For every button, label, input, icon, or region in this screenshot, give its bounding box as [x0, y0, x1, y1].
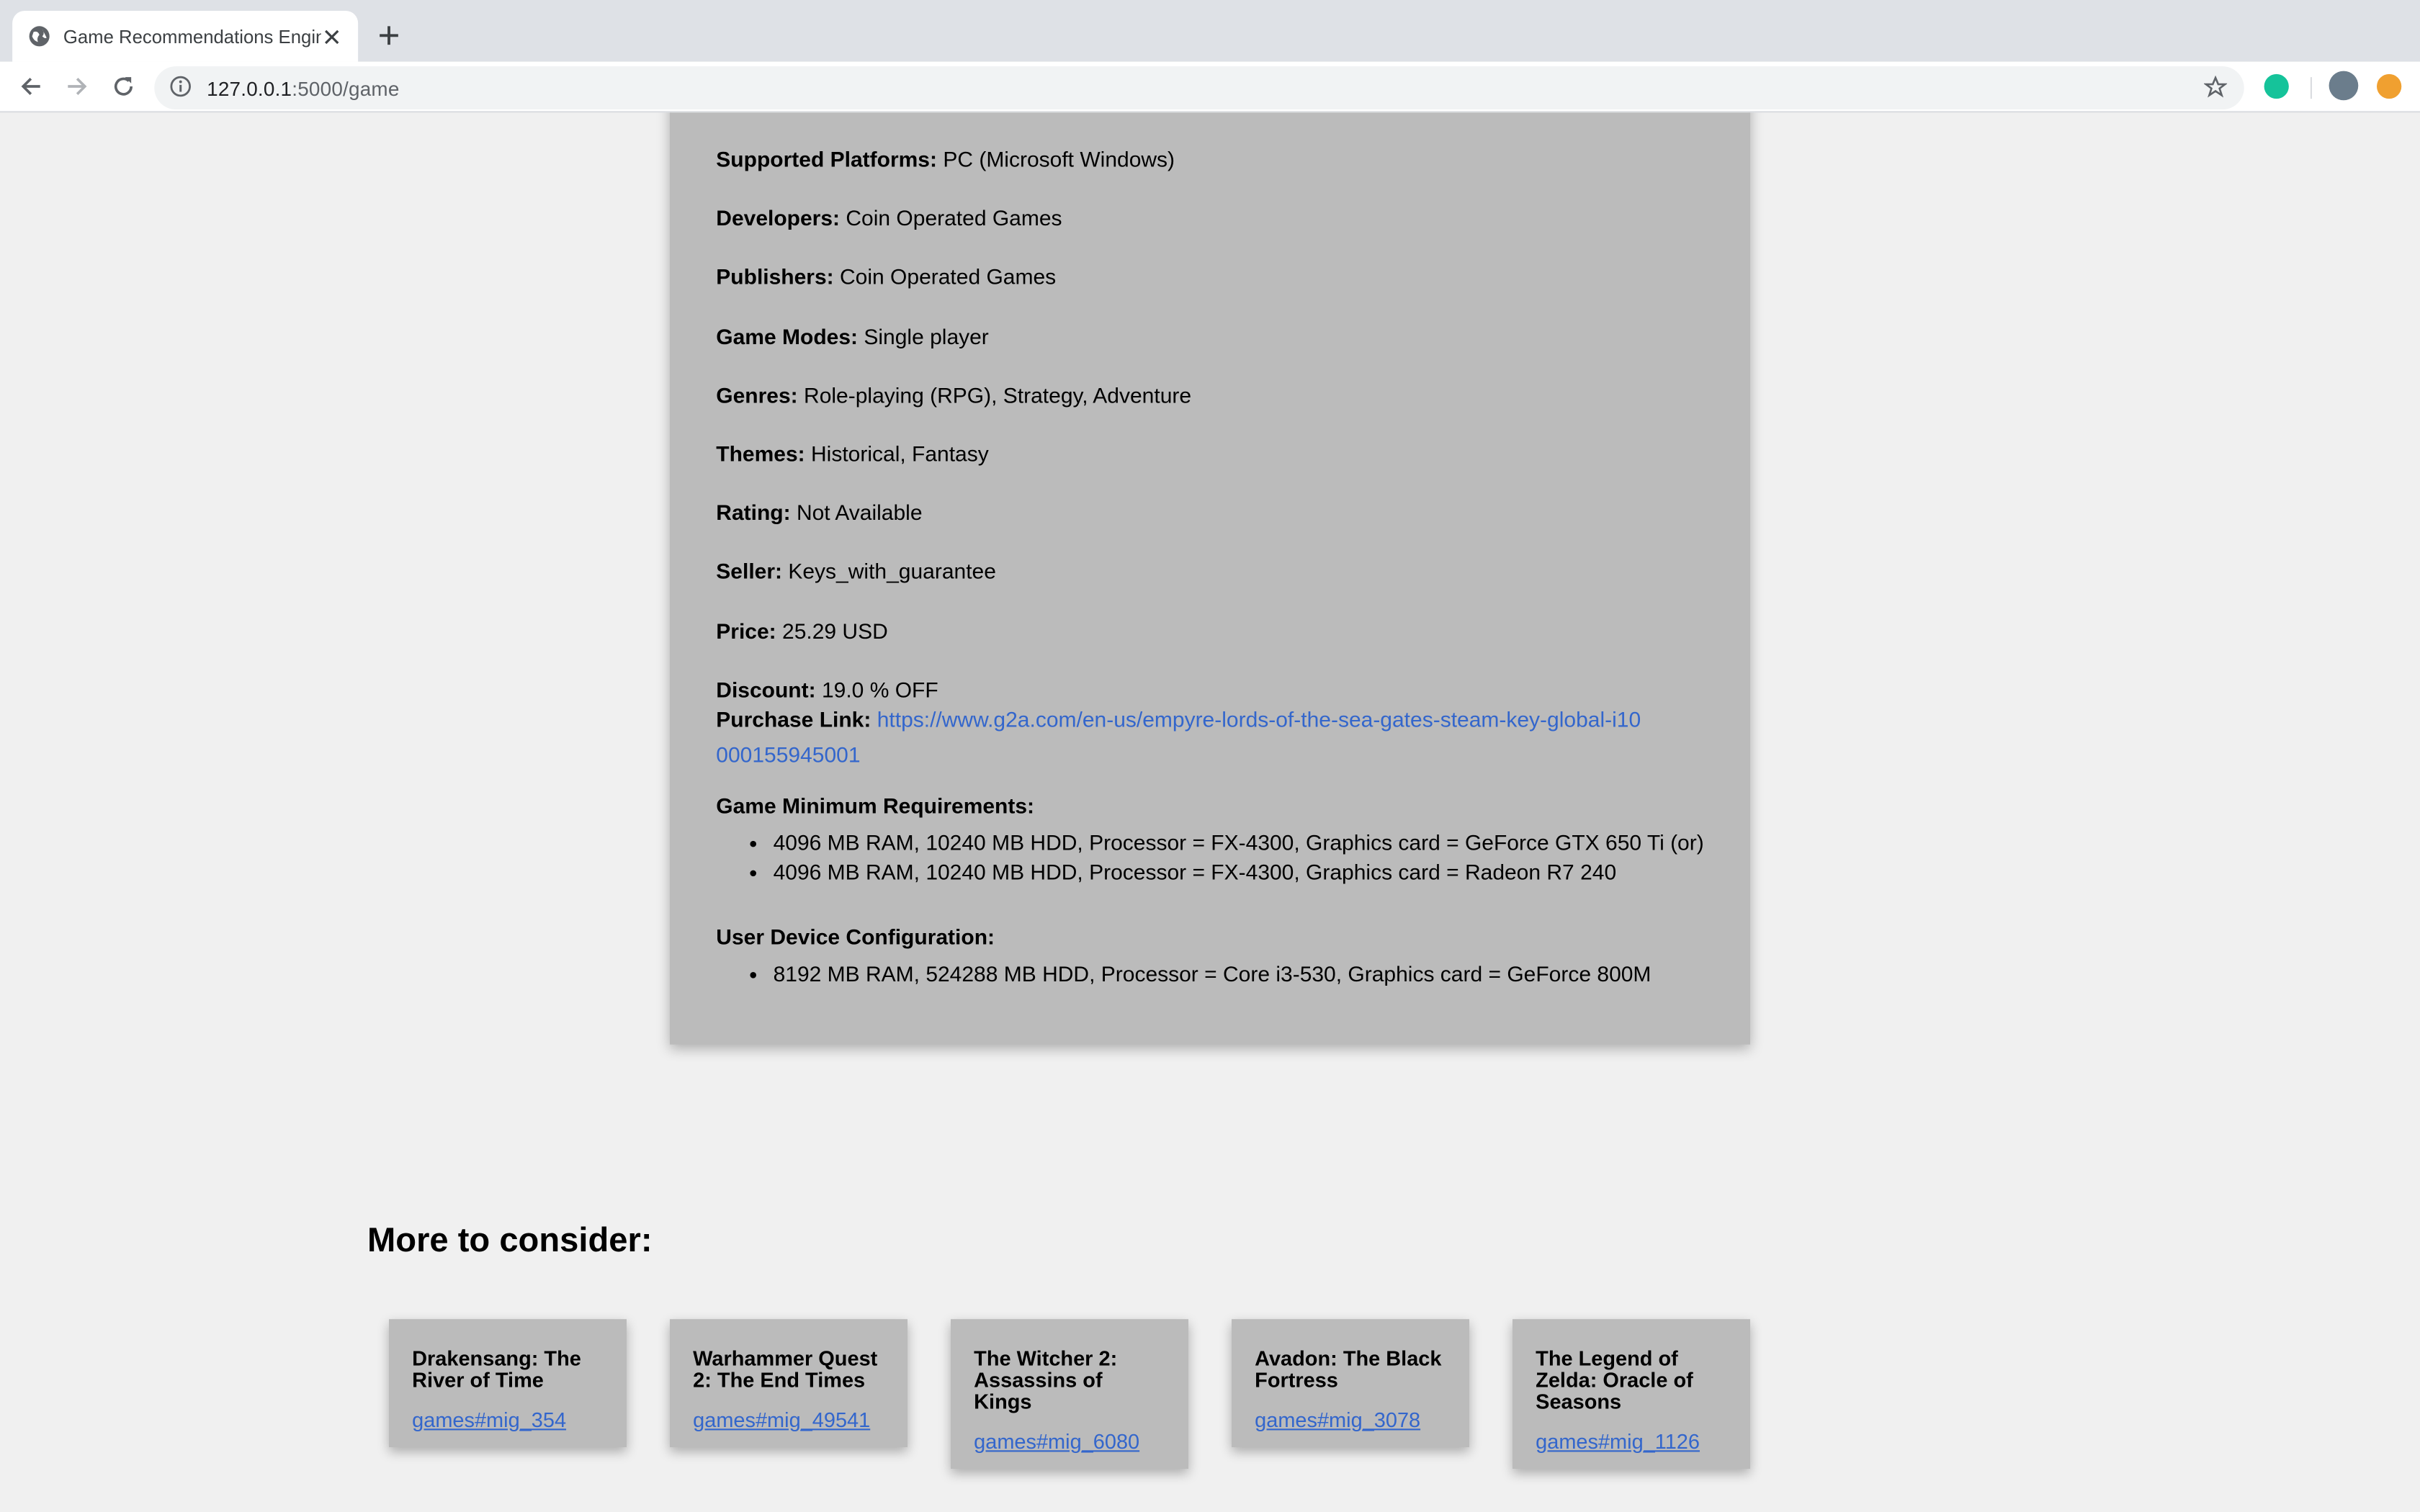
recommendation-title: Avadon: The Black Fortress — [1255, 1346, 1442, 1392]
url-path: :5000/game — [292, 76, 400, 100]
more-to-consider-heading: More to consider: — [367, 1220, 653, 1259]
recommendation-card[interactable]: Drakensang: The River of Time games#mig_… — [389, 1319, 627, 1447]
field-label: Discount: — [716, 677, 816, 702]
tab-strip: Game Recommendations Engine — [0, 0, 2420, 62]
recommendation-title: Warhammer Quest 2: The End Times — [693, 1346, 878, 1392]
field-value: Role-playing (RPG), Strategy, Adventure — [804, 382, 1192, 408]
field-price: Price: 25.29 USD — [716, 616, 887, 647]
list-item: 4096 MB RAM, 10240 MB HDD, Processor = F… — [774, 829, 1704, 858]
field-developers: Developers: Coin Operated Games — [716, 202, 1062, 233]
game-details-card: Supported Platforms: PC (Microsoft Windo… — [670, 112, 1750, 1045]
recommendation-link[interactable]: games#mig_3078 — [1255, 1408, 1446, 1431]
purchase-link-row: Purchase Link: https://www.g2a.com/en-us… — [716, 702, 1642, 773]
recommendation-link[interactable]: games#mig_354 — [412, 1408, 604, 1431]
close-tab-icon[interactable] — [321, 25, 343, 47]
info-icon[interactable] — [170, 76, 194, 100]
field-label: Themes: — [716, 441, 805, 467]
profile-avatar[interactable] — [2329, 71, 2359, 101]
field-value: Keys_with_guarantee — [788, 558, 996, 583]
url-text: 127.0.0.1:5000/game — [207, 76, 399, 99]
recommendation-card[interactable]: Avadon: The Black Fortress games#mig_307… — [1232, 1319, 1469, 1447]
recommendation-title: The Legend of Zelda: Oracle of Seasons — [1536, 1346, 1693, 1413]
recommendation-card[interactable]: Warhammer Quest 2: The End Times games#m… — [670, 1319, 908, 1447]
field-label: Genres: — [716, 382, 798, 408]
field-publishers: Publishers: Coin Operated Games — [716, 261, 1056, 292]
field-themes: Themes: Historical, Fantasy — [716, 438, 988, 469]
user-config-list: 8192 MB RAM, 524288 MB HDD, Processor = … — [716, 960, 1652, 989]
toolbar-divider — [2310, 77, 2312, 99]
field-rating: Rating: Not Available — [716, 497, 922, 528]
grammarly-extension-icon[interactable] — [2264, 73, 2289, 99]
recommendation-link[interactable]: games#mig_49541 — [693, 1408, 884, 1431]
field-label: Supported Platforms: — [716, 146, 937, 171]
url-host: 127.0.0.1 — [207, 76, 292, 100]
bookmark-star-icon[interactable] — [2204, 76, 2228, 100]
field-label: Developers: — [716, 205, 841, 230]
field-label: Rating: — [716, 500, 791, 525]
field-value: Not Available — [796, 500, 923, 525]
field-value: Coin Operated Games — [840, 264, 1057, 289]
min-requirements-list: 4096 MB RAM, 10240 MB HDD, Processor = F… — [716, 829, 1704, 887]
field-label: Price: — [716, 618, 776, 644]
reload-icon[interactable] — [108, 71, 139, 102]
recommendation-title: Drakensang: The River of Time — [412, 1346, 581, 1392]
field-value: Single player — [864, 324, 989, 349]
field-label: Game Modes: — [716, 324, 859, 349]
list-item: 8192 MB RAM, 524288 MB HDD, Processor = … — [774, 960, 1652, 989]
address-bar[interactable]: 127.0.0.1:5000/game — [154, 66, 2244, 110]
new-tab-icon[interactable] — [375, 22, 403, 50]
field-genres: Genres: Role-playing (RPG), Strategy, Ad… — [716, 379, 1191, 410]
field-value: Coin Operated Games — [846, 205, 1062, 230]
recommendation-title: The Witcher 2: Assassins of Kings — [974, 1346, 1118, 1413]
back-arrow-icon[interactable] — [15, 71, 46, 102]
user-config-heading: User Device Configuration: — [716, 924, 995, 949]
field-seller: Seller: Keys_with_guarantee — [716, 555, 996, 586]
browser-toolbar: 127.0.0.1:5000/game — [0, 61, 2420, 113]
field-value: Historical, Fantasy — [811, 441, 989, 467]
field-label: Publishers: — [716, 264, 834, 289]
browser-tab[interactable]: Game Recommendations Engine — [12, 11, 359, 62]
globe-icon — [28, 24, 51, 48]
field-value: PC (Microsoft Windows) — [943, 146, 1175, 171]
field-game-modes: Game Modes: Single player — [716, 321, 989, 352]
field-discount: Discount: 19.0 % OFF — [716, 674, 938, 705]
extension-icon[interactable] — [2377, 73, 2402, 99]
page-viewport: Supported Platforms: PC (Microsoft Windo… — [0, 112, 2420, 1512]
field-value: 25.29 USD — [782, 618, 888, 644]
list-item: 4096 MB RAM, 10240 MB HDD, Processor = F… — [774, 858, 1704, 887]
recommendation-card[interactable]: The Legend of Zelda: Oracle of Seasons g… — [1512, 1319, 1750, 1469]
purchase-label: Purchase Link: — [716, 706, 871, 732]
recommendation-link[interactable]: games#mig_1126 — [1536, 1430, 1727, 1453]
field-value: 19.0 % OFF — [821, 677, 938, 702]
recommendation-link[interactable]: games#mig_6080 — [974, 1430, 1165, 1453]
field-label: Seller: — [716, 558, 783, 583]
forward-arrow-icon[interactable] — [62, 71, 93, 102]
tab-title: Game Recommendations Engine — [63, 25, 321, 48]
recommendation-card[interactable]: The Witcher 2: Assassins of Kings games#… — [951, 1319, 1188, 1469]
field-platforms: Supported Platforms: PC (Microsoft Windo… — [716, 143, 1175, 174]
min-requirements-heading: Game Minimum Requirements: — [716, 793, 1035, 818]
